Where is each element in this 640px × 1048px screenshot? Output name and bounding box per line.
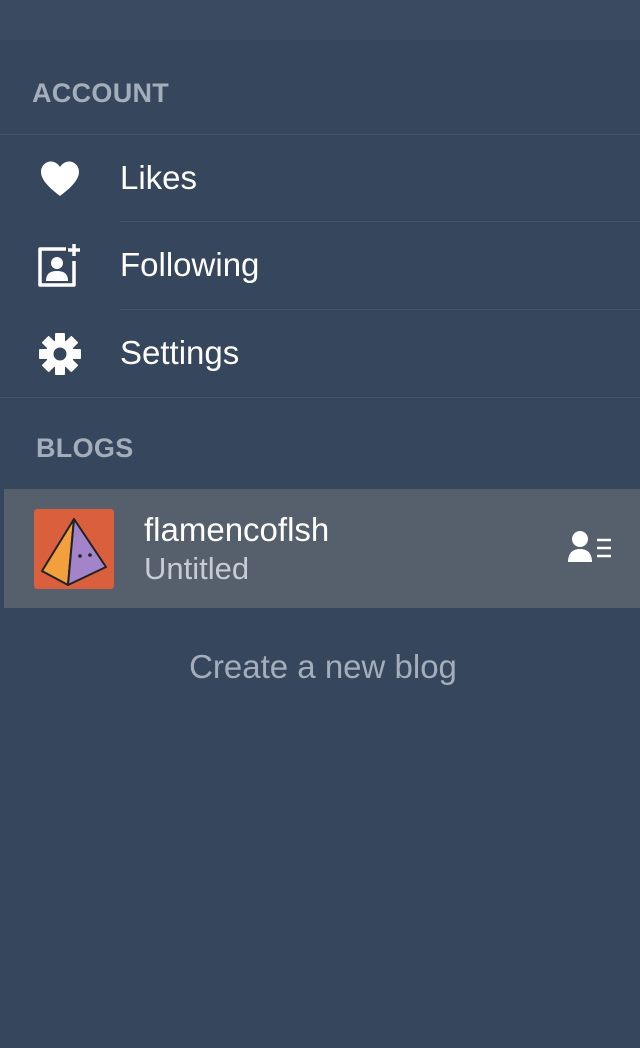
blog-list-item[interactable]: flamencoflsh Untitled: [4, 489, 640, 608]
divider: [0, 397, 640, 398]
account-section-header: ACCOUNT: [32, 78, 170, 108]
menu-item-following[interactable]: Following: [0, 222, 640, 310]
blog-title: Untitled: [144, 551, 250, 586]
gear-icon: [36, 332, 84, 376]
blog-avatar: [34, 509, 114, 589]
menu-item-label: Likes: [120, 159, 198, 196]
menu-item-label: Settings: [120, 334, 240, 371]
create-blog-button[interactable]: Create a new blog: [0, 648, 640, 686]
blog-name: flamencoflsh: [144, 511, 330, 548]
menu-item-label: Following: [120, 246, 260, 283]
blog-members-icon[interactable]: [564, 529, 614, 569]
menu-item-settings[interactable]: Settings: [0, 310, 640, 398]
blogs-section-header: BLOGS: [36, 433, 134, 463]
menu-item-likes[interactable]: Likes: [0, 135, 640, 223]
heart-icon: [36, 157, 84, 201]
status-bar-area: [0, 0, 640, 40]
add-contact-icon: [36, 244, 84, 288]
